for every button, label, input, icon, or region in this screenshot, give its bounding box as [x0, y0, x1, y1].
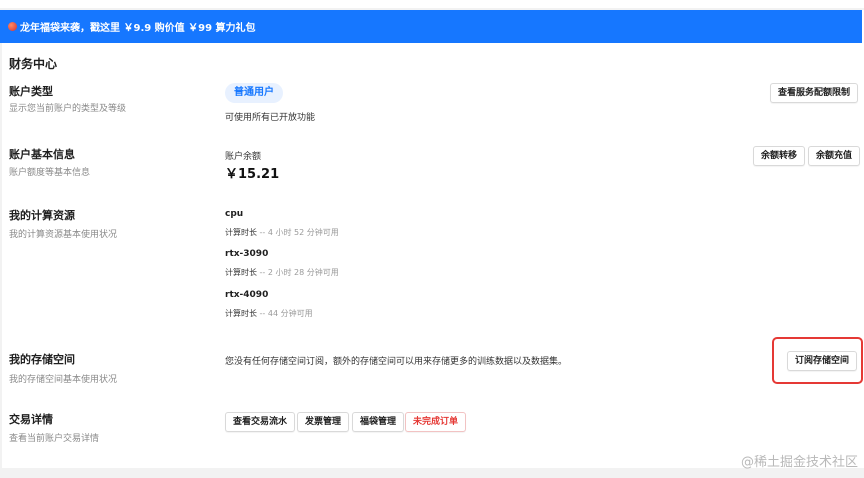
page-title: 财务中心 — [9, 57, 58, 71]
top-strip — [0, 0, 864, 8]
resource-name-rtx3090: rtx-3090 — [225, 249, 269, 259]
resource-name-rtx4090: rtx-4090 — [225, 290, 269, 300]
resource-time-rtx3090: 计算时长 -- 2 小时 28 分钟可用 — [225, 267, 339, 278]
view-quota-button[interactable]: 查看服务配额限制 — [770, 83, 859, 103]
lucky-bag-management-button[interactable]: 福袋管理 — [352, 412, 405, 432]
compute-time-value: -- 4 小时 52 分钟可用 — [259, 228, 339, 237]
compute-time-value: -- 44 分钟可用 — [259, 309, 313, 318]
storage-title: 我的存储空间 — [9, 353, 75, 366]
watermark: @稀土掘金技术社区 — [740, 455, 858, 470]
invoice-management-button[interactable]: 发票管理 — [297, 412, 350, 432]
resource-time-cpu: 计算时长 -- 4 小时 52 分钟可用 — [225, 227, 339, 238]
transactions-desc: 查看当前账户交易详情 — [9, 434, 100, 444]
red-envelope-icon — [8, 22, 17, 31]
resource-time-rtx4090: 计算时长 -- 44 分钟可用 — [225, 308, 313, 319]
balance-amount: ￥15.21 — [225, 167, 280, 182]
compute-desc: 我的计算资源基本使用状况 — [9, 230, 118, 240]
resource-name-cpu: cpu — [225, 209, 244, 219]
transactions-title: 交易详情 — [9, 413, 53, 426]
storage-message: 您没有任何存储空间订阅，额外的存储空间可以用来存储更多的训练数据以及数据集。 — [225, 357, 568, 367]
account-level-badge: 普通用户 — [225, 83, 283, 103]
balance-transfer-button[interactable]: 余额转移 — [753, 146, 806, 166]
account-type-note: 可使用所有已开放功能 — [225, 113, 316, 123]
account-type-desc: 显示您当前账户的类型及等级 — [9, 104, 127, 114]
view-transactions-button[interactable]: 查看交易流水 — [225, 412, 296, 432]
compute-time-value: -- 2 小时 28 分钟可用 — [259, 268, 339, 277]
page-container — [2, 10, 864, 468]
unfinished-orders-button[interactable]: 未完成订单 — [405, 412, 467, 432]
compute-time-label: 计算时长 — [225, 309, 257, 318]
storage-desc: 我的存储空间基本使用状况 — [9, 375, 118, 385]
promo-banner[interactable]: 龙年福袋来袭，戳这里 ￥9.9 购价值 ￥99 算力礼包 — [0, 10, 862, 43]
compute-time-label: 计算时长 — [225, 268, 257, 277]
balance-desc: 账户额度等基本信息 — [9, 168, 91, 178]
highlight-annotation-box — [772, 337, 863, 384]
balance-recharge-button[interactable]: 余额充值 — [808, 146, 861, 166]
compute-time-label: 计算时长 — [225, 228, 257, 237]
balance-title: 账户基本信息 — [9, 148, 75, 161]
promo-banner-text[interactable]: 龙年福袋来袭，戳这里 ￥9.9 购价值 ￥99 算力礼包 — [20, 19, 256, 34]
compute-title: 我的计算资源 — [9, 209, 75, 222]
account-type-title: 账户类型 — [9, 85, 53, 98]
balance-label: 账户余额 — [225, 152, 262, 162]
